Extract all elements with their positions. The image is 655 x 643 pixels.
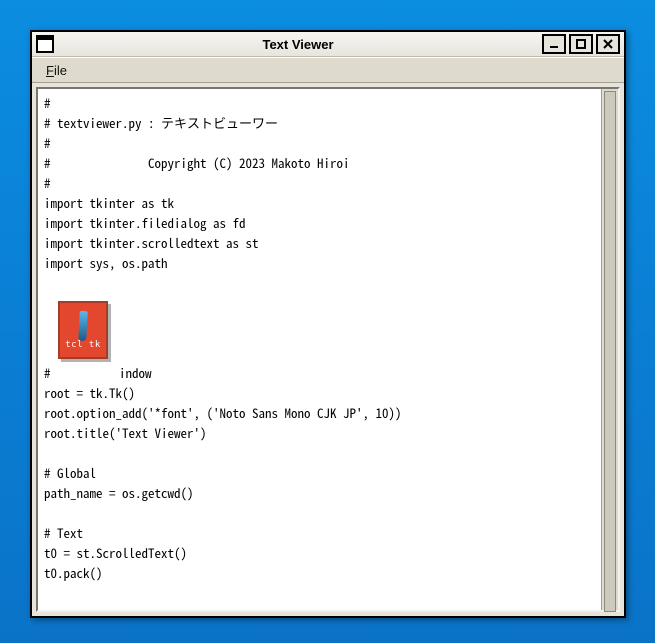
text-line: # [44,93,595,113]
titlebar[interactable]: Text Viewer [32,32,624,57]
text-fragment: # [44,363,57,383]
window-menu-icon[interactable] [36,35,54,53]
text-line: root.option_add('*font', ('Noto Sans Mon… [44,403,595,423]
text-line: # Copyright (C) 2023 Makoto Hiroi [44,153,595,173]
text-line: path_name = os.getcwd() [44,483,595,503]
minimize-button[interactable] [542,34,566,54]
maximize-icon [576,39,586,49]
text-line: import tkinter.scrolledtext as st [44,233,595,253]
scrollbar-thumb[interactable] [604,91,616,612]
window-title: Text Viewer [54,37,542,52]
text-line: t0.pack() [44,563,595,583]
minimize-icon [549,39,559,49]
menu-file[interactable]: File [40,61,73,80]
vertical-scrollbar[interactable] [601,89,618,610]
text-line: # indow [44,363,595,383]
text-line: # [44,133,595,153]
text-line: # Global [44,463,595,483]
text-line: # textviewer.py : テキストビューワー [44,113,595,133]
menu-file-rest: ile [54,63,67,78]
app-window: Text Viewer File ## textviewer.py : テキスト… [30,30,626,618]
client-area: ## textviewer.py : テキストビューワー## Copyright… [36,87,620,612]
text-line: # Text [44,523,595,543]
text-line: import tkinter.filedialog as fd [44,213,595,233]
menubar: File [32,57,624,83]
close-button[interactable] [596,34,620,54]
text-line [44,273,595,293]
text-line: import tkinter as tk [44,193,595,213]
text-line: root.title('Text Viewer') [44,423,595,443]
close-icon [603,39,613,49]
text-line [44,443,595,463]
text-line: t0 = st.ScrolledText() [44,543,595,563]
window-controls [542,34,620,54]
maximize-button[interactable] [569,34,593,54]
menu-file-mnemonic: F [46,63,54,78]
text-line: # [44,173,595,193]
text-view[interactable]: ## textviewer.py : テキストビューワー## Copyright… [38,89,601,610]
tcl-tk-logo-icon: tcl tk [58,301,108,359]
text-line [44,503,595,523]
text-line: import sys, os.path [44,253,595,273]
text-fragment: indow [119,363,152,383]
text-line: root = tk.Tk() [44,383,595,403]
